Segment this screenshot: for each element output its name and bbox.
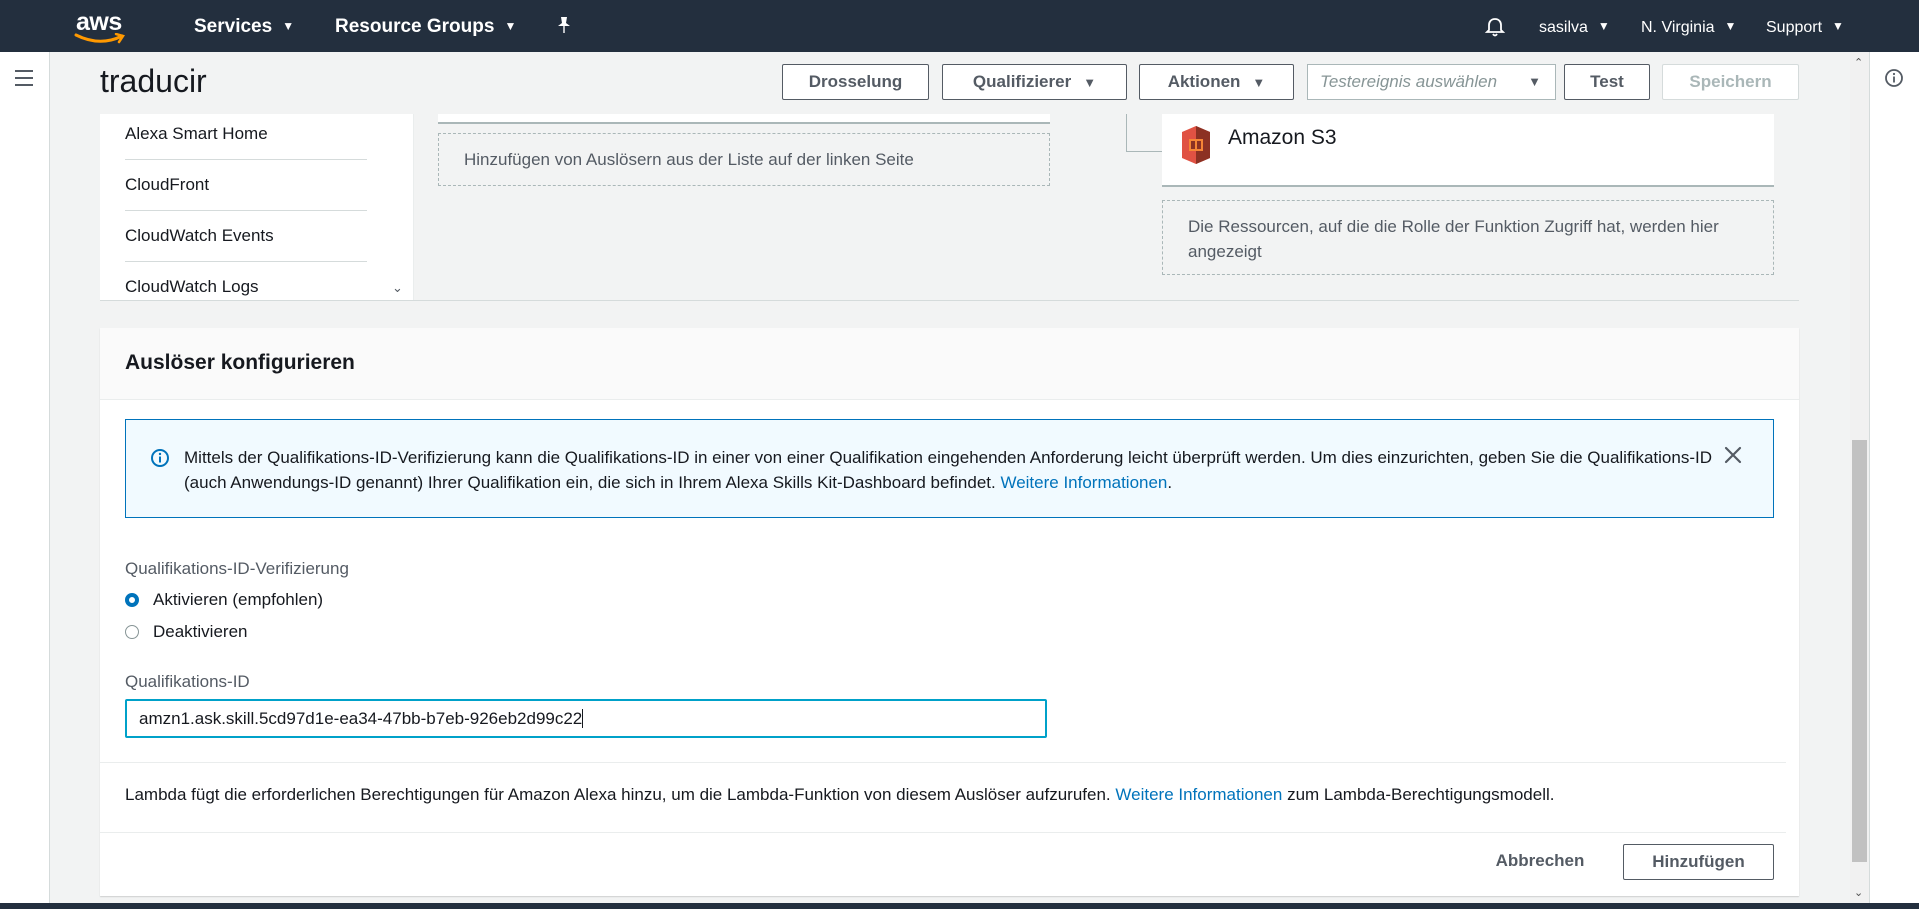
radio-enable-label: Aktivieren (empfohlen): [153, 590, 324, 609]
scrollbar-thumb[interactable]: [1852, 440, 1867, 862]
caret-down-icon: ▼: [1252, 75, 1266, 90]
alert-text: Mittels der Qualifikations-ID-Verifizier…: [184, 448, 1712, 492]
chevron-down-icon: ▼: [1597, 19, 1610, 33]
alert-more-info-link[interactable]: Weitere Informationen: [1000, 473, 1167, 492]
radio-disable[interactable]: Deaktivieren: [125, 622, 248, 642]
caret-down-icon: ▼: [1083, 75, 1097, 90]
resource-card-s3[interactable]: Amazon S3: [1162, 114, 1774, 187]
test-event-placeholder: Testereignis auswählen: [1320, 72, 1498, 91]
list-scroll-down-icon[interactable]: ⌄: [392, 280, 403, 296]
cancel-button[interactable]: Abbrechen: [1480, 844, 1600, 880]
support-label: Support: [1766, 19, 1823, 36]
save-button[interactable]: Speichern: [1662, 64, 1799, 100]
note-text: Lambda fügt die erforderlichen Berechtig…: [125, 785, 1111, 804]
right-help-panel: [1869, 52, 1919, 903]
user-label: sasilva: [1539, 19, 1588, 36]
radio-button-selected[interactable]: [125, 593, 139, 607]
resources-hint: Die Ressourcen, auf die die Rolle der Fu…: [1188, 217, 1719, 261]
scroll-down-arrow-icon[interactable]: ⌄: [1854, 886, 1863, 899]
chevron-down-icon: ▼: [504, 19, 517, 33]
radio-disable-label: Deaktivieren: [153, 622, 248, 641]
region-label: N. Virginia: [1641, 19, 1715, 36]
add-label: Hinzufügen: [1652, 852, 1745, 871]
divider: [100, 762, 1786, 763]
info-circle-icon: [151, 449, 169, 467]
trigger-list: Alexa Smart Home CloudFront CloudWatch E…: [100, 114, 414, 300]
add-triggers-placeholder: Hinzufügen von Auslösern aus der Liste a…: [438, 133, 1050, 186]
amazon-s3-icon: [1182, 126, 1210, 164]
divider: [100, 832, 1786, 833]
info-alert: Mittels der Qualifikations-ID-Verifizier…: [125, 419, 1774, 518]
test-event-select[interactable]: Testereignis auswählen ▼: [1307, 64, 1556, 100]
note-more-info-link[interactable]: Weitere Informationen: [1115, 785, 1282, 804]
test-label: Test: [1590, 72, 1624, 91]
info-icon[interactable]: [1884, 68, 1904, 93]
save-label: Speichern: [1689, 72, 1772, 91]
trigger-item-alexa-smart-home[interactable]: Alexa Smart Home: [125, 124, 367, 160]
function-title: traducir: [100, 63, 207, 99]
left-sidebar: [0, 52, 50, 903]
scroll-up-arrow-icon[interactable]: ⌃: [1854, 56, 1863, 69]
skill-id-input[interactable]: amzn1.ask.skill.5cd97d1e-ea34-47bb-b7eb-…: [125, 699, 1047, 738]
trigger-item-cloudwatch-logs[interactable]: CloudWatch Logs: [125, 277, 367, 297]
chevron-down-icon: ▼: [1832, 19, 1844, 33]
aws-logo[interactable]: aws: [74, 8, 128, 44]
actions-dropdown[interactable]: Aktionen ▼: [1139, 64, 1294, 100]
note-end: zum Lambda-Berechtigungsmodell.: [1287, 785, 1555, 804]
function-card-edge: [438, 114, 1050, 124]
test-button[interactable]: Test: [1564, 64, 1650, 100]
panel-heading: Auslöser konfigurieren: [125, 351, 355, 374]
support-menu[interactable]: Support ▼: [1766, 19, 1844, 37]
radio-button-unselected[interactable]: [125, 625, 139, 639]
skill-id-label: Qualifikations-ID: [125, 672, 250, 691]
trigger-item-cloudwatch-events[interactable]: CloudWatch Events: [125, 226, 367, 262]
text-cursor: [582, 709, 584, 728]
bottom-bar: [0, 903, 1919, 909]
chevron-down-icon: ▼: [1724, 19, 1737, 33]
top-navigation-bar: aws Services ▼ Resource Groups ▼ sasilva ▼ …: [0, 0, 1919, 52]
services-label: Services: [194, 16, 273, 37]
caret-down-icon: ▼: [1528, 74, 1541, 89]
cancel-label: Abbrechen: [1495, 851, 1585, 870]
qualifier-label: Qualifizierer: [972, 72, 1072, 91]
trigger-item-cloudfront[interactable]: CloudFront: [125, 175, 367, 211]
services-menu[interactable]: Services ▼: [194, 16, 294, 38]
alert-message: Mittels der Qualifikations-ID-Verifizier…: [184, 445, 1724, 495]
notification-bell-icon[interactable]: [1484, 16, 1506, 43]
connector-line: [1126, 114, 1163, 152]
verification-label: Qualifikations-ID-Verifizierung: [125, 559, 349, 578]
panel-header: Auslöser konfigurieren: [100, 328, 1799, 400]
hamburger-menu-icon[interactable]: [15, 70, 33, 91]
resource-groups-label: Resource Groups: [335, 16, 495, 37]
throttle-button[interactable]: Drosselung: [782, 64, 929, 100]
actions-label: Aktionen: [1167, 72, 1241, 91]
skill-id-value: amzn1.ask.skill.5cd97d1e-ea34-47bb-b7eb-…: [139, 709, 583, 728]
permissions-note: Lambda fügt die erforderlichen Berechtig…: [125, 785, 1554, 805]
resource-groups-menu[interactable]: Resource Groups ▼: [335, 16, 516, 38]
radio-enable[interactable]: Aktivieren (empfohlen): [125, 590, 323, 610]
add-triggers-hint: Hinzufügen von Auslösern aus der Liste a…: [464, 150, 914, 169]
close-icon[interactable]: [1723, 445, 1743, 465]
resource-name: Amazon S3: [1228, 126, 1337, 149]
region-menu[interactable]: N. Virginia ▼: [1641, 19, 1736, 37]
resources-placeholder: Die Ressourcen, auf die die Rolle der Fu…: [1162, 200, 1774, 275]
user-menu[interactable]: sasilva ▼: [1539, 19, 1610, 37]
aws-smile-icon: [74, 33, 125, 44]
chevron-down-icon: ▼: [282, 19, 295, 33]
qualifier-dropdown[interactable]: Qualifizierer ▼: [942, 64, 1127, 100]
alert-period: .: [1167, 473, 1173, 492]
throttle-label: Drosselung: [808, 72, 903, 91]
configure-trigger-panel: Auslöser konfigurieren Mittels der Quali…: [100, 328, 1799, 896]
add-button[interactable]: Hinzufügen: [1623, 844, 1774, 880]
pin-icon[interactable]: [556, 16, 572, 39]
